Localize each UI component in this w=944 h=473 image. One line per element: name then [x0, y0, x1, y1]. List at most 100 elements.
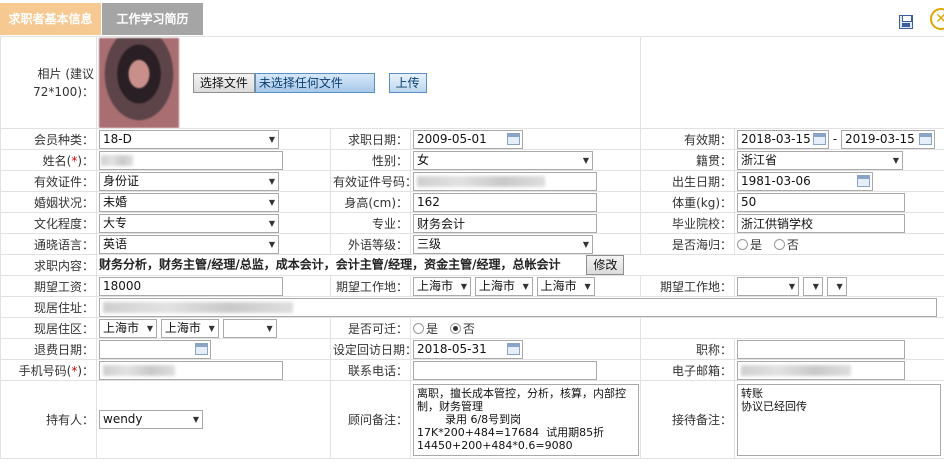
workplace2-label: 期望工作地：: [640, 275, 736, 297]
visit-date-input[interactable]: 2018-05-31: [413, 339, 523, 359]
tab-bar: 求职者基本信息 工作学习简历 ✕: [0, 0, 944, 36]
job-content-text: 财务分析，财务主管/经理/总监，成本会计，会计主管/经理，资金主管/经理，总帐会…: [99, 257, 561, 272]
height-input[interactable]: [413, 192, 597, 212]
photo-empty: [640, 36, 944, 129]
overseas-yes-label: 是: [750, 237, 763, 252]
school-label: 毕业院校：: [640, 212, 736, 234]
photo-cell: 选择文件 未选择任何文件 上传: [95, 36, 642, 129]
overseas-yes-radio[interactable]: [737, 238, 749, 250]
lang-select[interactable]: 英语 ▼: [99, 234, 279, 254]
lang-label: 通晓语言：: [0, 233, 97, 255]
redacted-phone: [103, 364, 175, 376]
edu-label: 文化程度：: [0, 212, 97, 234]
calendar-icon: [195, 342, 208, 355]
district-area-select[interactable]: ▼: [222, 318, 277, 338]
lang-level-select[interactable]: 三级 ▼: [413, 234, 593, 254]
advisor-note-textarea[interactable]: 离职，擅长成本管控，分析，核算，内部控制，财务管理 录用 6/8号到岗 17K*…: [413, 383, 639, 456]
reception-note-textarea[interactable]: 转账 协议已经回传: [737, 383, 942, 456]
marital-label: 婚姻状况：: [0, 191, 97, 213]
calendar-icon: [507, 132, 520, 145]
overseas-label: 是否海归：: [640, 233, 736, 255]
hometown-label: 籍贯：: [640, 149, 736, 171]
height-label: 身高(cm)：: [330, 191, 411, 213]
hometown-select[interactable]: 浙江省 ▼: [737, 150, 904, 170]
birth-input[interactable]: 1981-03-06: [737, 171, 874, 191]
calendar-icon: [813, 132, 827, 145]
workplace2-province-select[interactable]: ▼: [737, 276, 800, 296]
valid-from-input[interactable]: 2018-03-15: [737, 129, 830, 149]
member-type-select[interactable]: 18-D ▼: [99, 129, 279, 149]
school-input[interactable]: [737, 213, 906, 233]
modify-button[interactable]: 修改: [586, 255, 625, 275]
choose-file-button[interactable]: 选择文件: [192, 72, 255, 93]
redacted-email: [741, 364, 852, 376]
reception-note-label: 接待备注：: [640, 380, 736, 459]
advisor-note-label: 顾问备注：: [330, 380, 411, 459]
overseas-no-radio[interactable]: [773, 238, 785, 250]
workplace-province-select[interactable]: 上海市 ▼: [413, 276, 471, 296]
major-input[interactable]: [413, 213, 597, 233]
valid-label: 有效期：: [640, 128, 736, 150]
retire-label: 退费日期：: [0, 338, 97, 360]
salary-input[interactable]: [99, 276, 283, 296]
close-icon[interactable]: ✕: [930, 8, 944, 30]
workplace-label: 期望工作地：: [330, 275, 411, 297]
gender-label: 性别：: [330, 149, 411, 171]
weight-input[interactable]: [737, 192, 906, 212]
title-label: 职称：: [640, 338, 736, 360]
gender-select[interactable]: 女 ▼: [413, 150, 593, 170]
chosen-file-name: 未选择任何文件: [254, 72, 375, 93]
overseas-no-label: 否: [786, 237, 799, 252]
valid-separator: -: [832, 131, 838, 146]
contact-input[interactable]: [413, 360, 597, 380]
relocate-no-radio[interactable]: [449, 322, 461, 334]
marital-select[interactable]: 未婚 ▼: [99, 192, 279, 212]
relocate-no-label: 否: [462, 321, 475, 336]
id-type-label: 有效证件：: [0, 170, 97, 192]
workplace2-city-select[interactable]: ▼: [802, 276, 823, 296]
district-label: 现居住区：: [0, 317, 97, 339]
contact-label: 联系电话：: [330, 359, 411, 381]
name-label: 姓名(*)：: [0, 149, 97, 171]
job-date-label: 求职日期：: [330, 128, 411, 150]
relocate-label: 是否可迁：: [330, 317, 411, 339]
workplace-city-select[interactable]: 上海市 ▼: [474, 276, 533, 296]
workplace2-district-select[interactable]: ▼: [826, 276, 847, 296]
relocate-yes-label: 是: [426, 321, 439, 336]
visit-label: 设定回访日期：: [330, 338, 411, 360]
valid-to-input[interactable]: 2019-03-15: [841, 129, 936, 149]
weight-label: 体重(kg)：: [640, 191, 736, 213]
lang-level-label: 外语等级：: [330, 233, 411, 255]
major-label: 专业：: [330, 212, 411, 234]
edu-select[interactable]: 大专 ▼: [99, 213, 279, 233]
photo-label: 相片 (建议72*100)：: [0, 36, 97, 129]
calendar-icon: [919, 132, 933, 145]
id-no-label: 有效证件号码：: [330, 170, 411, 192]
job-date-input[interactable]: 2009-05-01: [413, 129, 523, 149]
email-label: 电子邮箱：: [640, 359, 736, 381]
redacted-name: [101, 154, 133, 166]
holder-label: 持有人：: [0, 380, 97, 459]
district-city-select[interactable]: 上海市 ▼: [160, 318, 219, 338]
save-icon[interactable]: [899, 15, 913, 29]
address-label: 现居住址：: [0, 296, 97, 318]
title-input[interactable]: [737, 339, 906, 359]
relocate-yes-radio[interactable]: [413, 322, 424, 334]
district-empty: [640, 317, 944, 339]
phone-label: 手机号码(*)：: [0, 359, 97, 381]
redacted-address: [103, 301, 293, 313]
tab-resume[interactable]: 工作学习简历: [102, 3, 203, 35]
calendar-icon: [857, 174, 871, 187]
salary-label: 期望工资：: [0, 275, 97, 297]
upload-button[interactable]: 上传: [388, 72, 427, 93]
id-type-select[interactable]: 身份证 ▼: [99, 171, 279, 191]
redacted-id-no: [417, 175, 545, 187]
birth-label: 出生日期：: [640, 170, 736, 192]
holder-select[interactable]: wendy ▼: [99, 410, 203, 429]
tab-basic-info[interactable]: 求职者基本信息: [0, 3, 101, 35]
job-content-label: 求职内容：: [0, 254, 97, 276]
workplace-district-select[interactable]: 上海市 ▼: [536, 276, 595, 296]
district-province-select[interactable]: 上海市 ▼: [99, 318, 157, 338]
calendar-icon: [507, 342, 520, 355]
retire-date-input[interactable]: [99, 339, 211, 359]
